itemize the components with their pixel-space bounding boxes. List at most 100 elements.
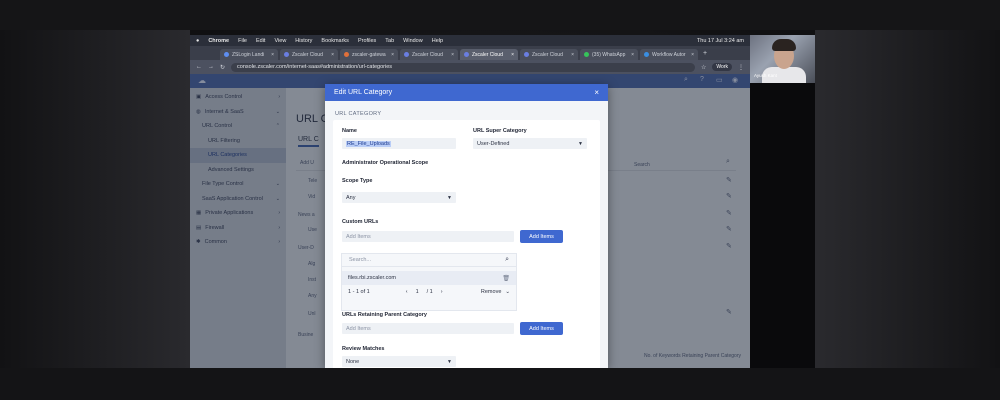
menu-edit[interactable]: Edit: [256, 38, 265, 44]
tab-favicon: [644, 52, 649, 57]
tab-label: Workflow Autor: [652, 51, 686, 58]
new-tab-icon[interactable]: +: [703, 50, 707, 57]
browser-tab[interactable]: Workflow Autor ×: [640, 49, 698, 60]
tab-favicon: [284, 52, 289, 57]
retaining-urls-input[interactable]: Add Items: [342, 323, 514, 334]
scope-heading: Administrator Operational Scope: [342, 160, 429, 166]
next-page-icon[interactable]: ›: [441, 289, 443, 295]
remove-dropdown[interactable]: Remove ⌄: [481, 289, 510, 295]
browser-tab[interactable]: Zscaler Cloud ×: [280, 49, 338, 60]
caret-down-icon: ▼: [447, 194, 452, 201]
tab-favicon: [344, 52, 349, 57]
caret-down-icon: ▼: [447, 358, 452, 365]
form-card: Name RE_File_Uploads URL Super Category …: [333, 120, 600, 368]
menu-tab[interactable]: Tab: [385, 38, 394, 44]
scope-type-value: Any: [346, 194, 356, 201]
menu-file[interactable]: File: [238, 38, 247, 44]
back-icon[interactable]: ←: [196, 64, 202, 70]
profile-button[interactable]: Work: [712, 63, 732, 71]
pager-count: 1 - 1 of 1: [348, 289, 370, 295]
page-number[interactable]: 1: [416, 289, 419, 295]
edit-url-category-modal: Edit URL Category × URL CATEGORY Name RE…: [325, 84, 608, 368]
name-label: Name: [342, 128, 357, 134]
close-icon[interactable]: ×: [511, 52, 514, 58]
add-retaining-items-button[interactable]: Add Items: [520, 322, 563, 335]
participant-name: Ayush Kant: [754, 73, 777, 78]
browser-tab-strip: ZSLogin Landi × Zscaler Cloud × zscaler-ga…: [190, 46, 750, 60]
webcam-video: Ayush Kant: [750, 35, 815, 83]
tab-favicon: [584, 52, 589, 57]
menu-help[interactable]: Help: [432, 38, 443, 44]
reload-icon[interactable]: ↻: [220, 64, 225, 71]
star-icon[interactable]: ☆: [701, 64, 706, 71]
browser-tab[interactable]: zscaler-gatewa ×: [340, 49, 398, 60]
tab-label: Zscaler Cloud: [292, 51, 323, 58]
browser-tab[interactable]: Zscaler Cloud ×: [400, 49, 458, 60]
url-search[interactable]: Search... ⌕: [342, 254, 516, 267]
add-items-button[interactable]: Add Items: [520, 230, 563, 243]
search-icon[interactable]: ⌕: [505, 256, 509, 264]
close-icon[interactable]: ×: [571, 52, 574, 58]
chevron-down-icon: ⌄: [505, 289, 510, 295]
close-icon[interactable]: ×: [594, 88, 599, 97]
close-icon[interactable]: ×: [391, 52, 394, 58]
tab-favicon: [524, 52, 529, 57]
tab-label: Zscaler Cloud: [472, 51, 503, 58]
close-icon[interactable]: ×: [631, 52, 634, 58]
custom-urls-list: Search... ⌕ files.rbi.zscaler.com 🗑 1 - 1 …: [341, 253, 517, 311]
tab-label: (35) WhatsApp: [592, 51, 626, 58]
list-item[interactable]: files.rbi.zscaler.com 🗑: [342, 271, 516, 285]
browser-tab[interactable]: ZSLogin Landi ×: [220, 49, 278, 60]
shared-screen: ● Chrome File Edit View History Bookmark…: [190, 35, 750, 368]
caret-down-icon: ▼: [578, 140, 583, 147]
remove-label: Remove: [480, 289, 502, 295]
pagination: 1 - 1 of 1 ‹ 1 / 1 › Remove ⌄: [342, 285, 516, 299]
clock: Thu 17 Jul 3:24 am: [696, 37, 744, 44]
super-category-label: URL Super Category: [473, 128, 527, 134]
trash-icon[interactable]: 🗑: [502, 275, 510, 282]
bottom-blur: [0, 368, 1000, 400]
review-matches-select[interactable]: None ▼: [342, 356, 456, 367]
video-frame: ● Chrome File Edit View History Bookmark…: [0, 0, 1000, 400]
tab-label: ZSLogin Landi: [232, 51, 265, 58]
tab-favicon: [464, 52, 469, 57]
person-hair: [772, 39, 796, 51]
menu-history[interactable]: History: [295, 38, 312, 44]
url-field[interactable]: console.zscaler.com/internet-saas#admini…: [231, 62, 696, 72]
menu-window[interactable]: Window: [403, 38, 423, 44]
url-search-placeholder: Search...: [349, 257, 372, 263]
apple-icon[interactable]: ●: [196, 38, 199, 44]
left-blur: [0, 30, 190, 368]
browser-tab-active[interactable]: Zscaler Cloud ×: [460, 49, 518, 60]
app-name[interactable]: Chrome: [208, 38, 229, 44]
forward-icon[interactable]: →: [208, 64, 214, 70]
close-icon[interactable]: ×: [451, 52, 454, 58]
custom-urls-label: Custom URLs: [342, 219, 379, 225]
close-icon[interactable]: ×: [271, 52, 274, 58]
address-bar-row: ← → ↻ console.zscaler.com/internet-saas#…: [190, 60, 750, 74]
name-value: RE_File_Uploads: [346, 140, 391, 147]
modal-header: Edit URL Category ×: [325, 84, 608, 101]
close-icon[interactable]: ×: [691, 52, 694, 58]
url-entry: files.rbi.zscaler.com: [348, 275, 396, 281]
super-category-select[interactable]: User-Defined ▼: [473, 138, 587, 149]
menu-view[interactable]: View: [274, 38, 286, 44]
retaining-label: URLs Retaining Parent Category: [342, 312, 427, 318]
menu-icon[interactable]: ⋮: [738, 64, 744, 71]
prev-page-icon[interactable]: ‹: [406, 289, 408, 295]
tab-favicon: [224, 52, 229, 57]
top-blur: [0, 0, 1000, 30]
browser-tab[interactable]: Zscaler Cloud ×: [520, 49, 578, 60]
scope-type-label: Scope Type: [342, 178, 373, 184]
custom-urls-input[interactable]: Add Items: [342, 231, 514, 242]
browser-tab[interactable]: (35) WhatsApp ×: [580, 49, 638, 60]
close-icon[interactable]: ×: [331, 52, 334, 58]
menu-bookmarks[interactable]: Bookmarks: [321, 38, 349, 44]
tab-label: Zscaler Cloud: [412, 51, 443, 58]
name-field[interactable]: RE_File_Uploads: [342, 138, 456, 149]
tab-label: Zscaler Cloud: [532, 51, 563, 58]
mac-menu-bar: ● Chrome File Edit View History Bookmark…: [190, 35, 750, 46]
menu-profiles[interactable]: Profiles: [358, 38, 376, 44]
scope-type-select[interactable]: Any ▼: [342, 192, 456, 203]
section-heading: URL CATEGORY: [335, 111, 382, 117]
